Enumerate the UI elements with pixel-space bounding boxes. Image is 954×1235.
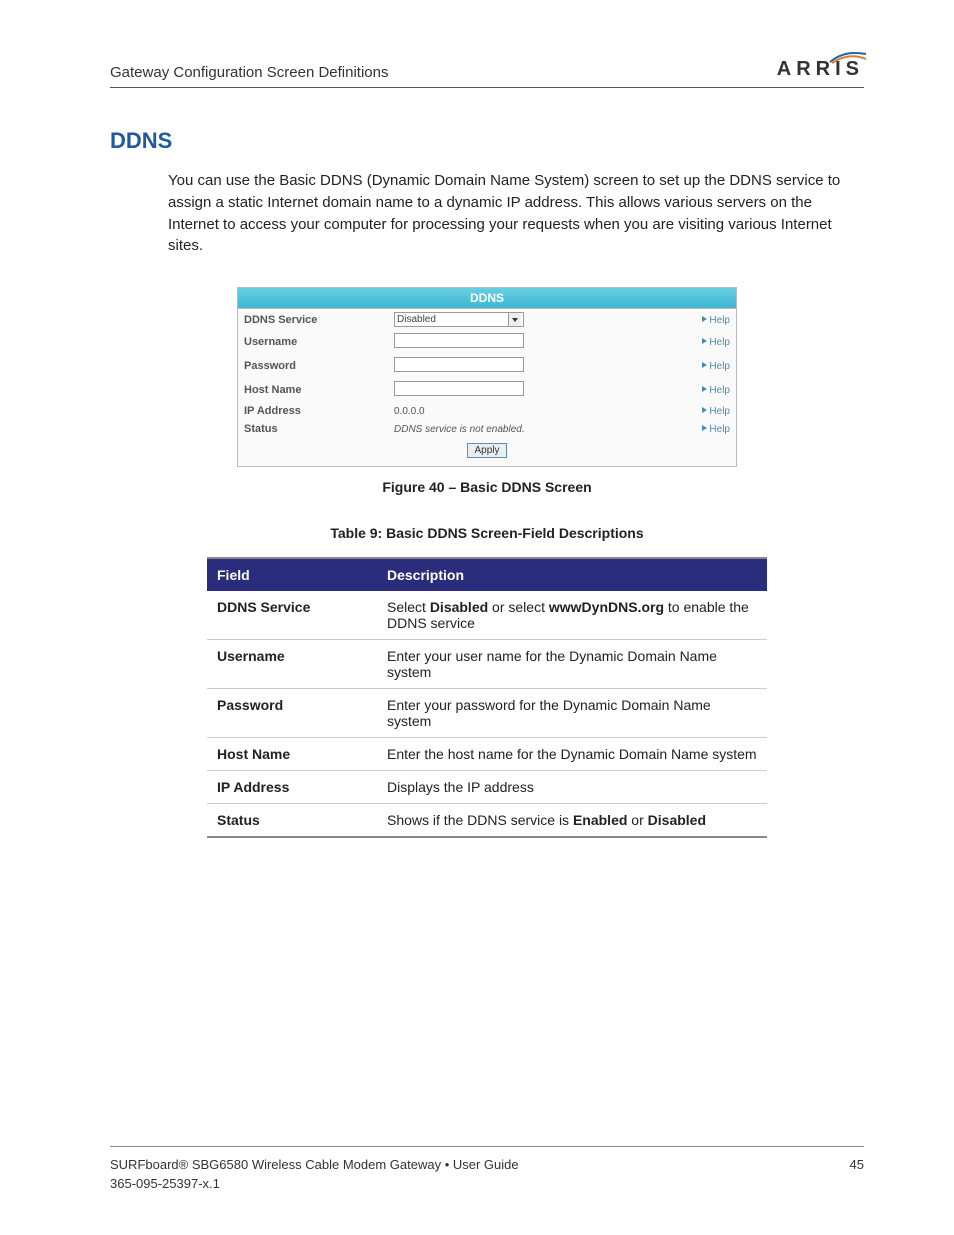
username-label: Username: [244, 336, 394, 348]
field-description-table: Field Description DDNS Service Select Di…: [207, 557, 767, 838]
running-header: Gateway Configuration Screen Definitions: [110, 64, 388, 81]
ip-value: 0.0.0.0: [394, 406, 425, 417]
caret-right-icon: [702, 407, 707, 413]
figure-caption: Figure 40 – Basic DDNS Screen: [237, 479, 737, 495]
help-link[interactable]: Help: [702, 406, 730, 417]
ip-label: IP Address: [244, 405, 394, 417]
chevron-down-icon: [508, 313, 521, 326]
ddns-panel: DDNS DDNS Service Disabled Help Username…: [237, 287, 737, 467]
table-row: Host Name Enter the host name for the Dy…: [207, 738, 767, 771]
brand-swoosh-icon: [828, 50, 868, 64]
help-link[interactable]: Help: [702, 315, 730, 326]
caret-right-icon: [702, 338, 707, 344]
username-input[interactable]: [394, 333, 524, 348]
ddns-service-select[interactable]: Disabled: [394, 312, 524, 327]
caret-right-icon: [702, 425, 707, 431]
brand-logo: ARRIS: [777, 58, 864, 81]
caret-right-icon: [702, 316, 707, 322]
col-description: Description: [377, 558, 767, 591]
footer-doc-title: SURFboard® SBG6580 Wireless Cable Modem …: [110, 1157, 519, 1172]
section-heading: DDNS: [110, 128, 864, 154]
apply-button[interactable]: Apply: [467, 443, 506, 458]
caret-right-icon: [702, 362, 707, 368]
intro-paragraph: You can use the Basic DDNS (Dynamic Doma…: [168, 170, 854, 257]
page-number: 45: [850, 1157, 864, 1172]
table-row: DDNS Service Select Disabled or select w…: [207, 591, 767, 640]
footer-doc-id: 365-095-25397-x.1: [110, 1176, 864, 1191]
table-row: Password Enter your password for the Dyn…: [207, 689, 767, 738]
password-label: Password: [244, 360, 394, 372]
password-input[interactable]: [394, 357, 524, 372]
help-link[interactable]: Help: [702, 424, 730, 435]
help-link[interactable]: Help: [702, 361, 730, 372]
panel-title: DDNS: [238, 288, 736, 309]
hostname-label: Host Name: [244, 384, 394, 396]
caret-right-icon: [702, 386, 707, 392]
help-link[interactable]: Help: [702, 337, 730, 348]
table-row: IP Address Displays the IP address: [207, 771, 767, 804]
col-field: Field: [207, 558, 377, 591]
table-row: Username Enter your user name for the Dy…: [207, 640, 767, 689]
table-caption: Table 9: Basic DDNS Screen-Field Descrip…: [110, 525, 864, 541]
table-row: Status Shows if the DDNS service is Enab…: [207, 804, 767, 838]
ddns-service-label: DDNS Service: [244, 314, 394, 326]
help-link[interactable]: Help: [702, 385, 730, 396]
hostname-input[interactable]: [394, 381, 524, 396]
status-value: DDNS service is not enabled.: [394, 424, 525, 435]
status-label: Status: [244, 423, 394, 435]
